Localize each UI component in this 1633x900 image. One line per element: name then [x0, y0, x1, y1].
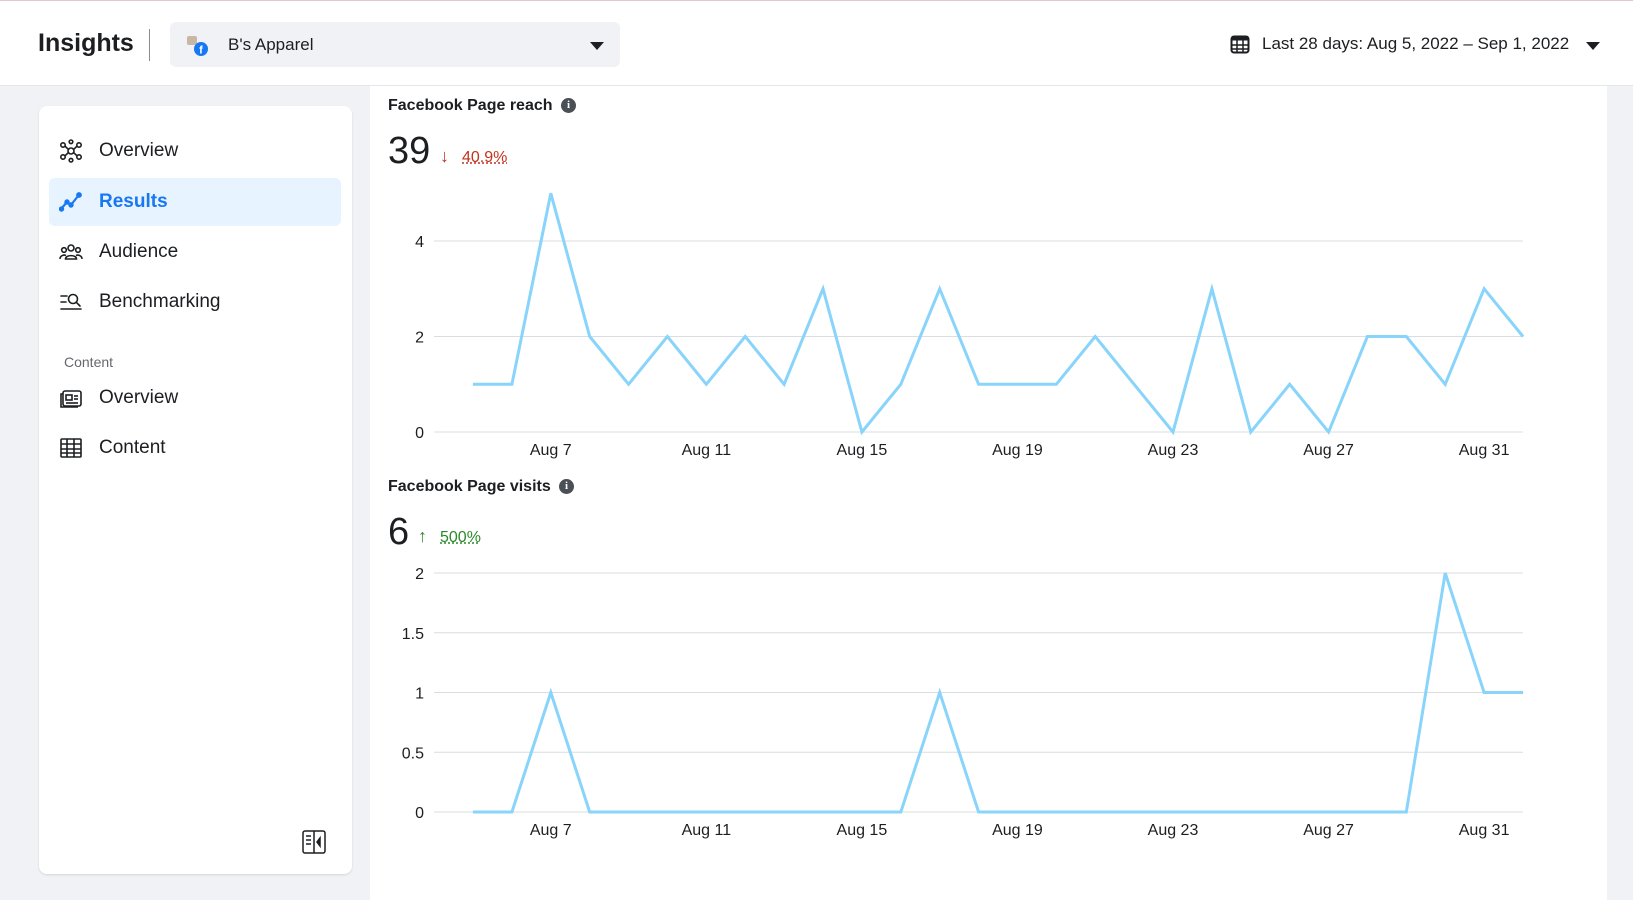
visits-data-point: [783, 811, 785, 813]
visits-x-tick-label: Aug 15: [837, 822, 888, 839]
visits-data-point: [1016, 811, 1018, 813]
visits-y-tick-label: 0: [415, 805, 424, 822]
visits-data-point: [472, 811, 474, 813]
collapse-sidebar-icon[interactable]: [301, 829, 327, 855]
visits-data-point: [1094, 811, 1096, 813]
visits-data-point: [744, 811, 746, 813]
content-overview-icon: [60, 390, 82, 408]
visits-data-point: [1289, 811, 1291, 813]
calendar-icon: [1230, 35, 1250, 54]
sidebar-item-label: Content: [99, 437, 166, 458]
people-icon: [59, 244, 83, 260]
sidebar-section-label: Content: [64, 354, 114, 370]
visits-x-tick-label: Aug 23: [1148, 822, 1199, 839]
visits-data-point: [939, 692, 941, 693]
visits-data-point: [822, 811, 824, 813]
sidebar-item-results[interactable]: Results: [49, 178, 341, 226]
sidebar-item-overview[interactable]: Overview: [49, 127, 341, 175]
chevron-down-icon: [590, 42, 604, 50]
visits-x-tick-label: Aug 27: [1303, 822, 1354, 839]
visits-data-point: [978, 811, 980, 813]
visits-data-point: [1405, 811, 1407, 813]
top-bar: Insights f B's Apparel Last 28 days: Aug…: [0, 0, 1633, 86]
sidebar-item-label: Benchmarking: [99, 291, 221, 312]
main-content: Facebook Page reach i 39 ↓ 40.9% Faceboo…: [370, 86, 1607, 900]
visits-data-point: [705, 811, 707, 813]
visits-data-point: [1483, 692, 1485, 693]
date-range-selector[interactable]: Last 28 days: Aug 5, 2022 – Sep 1, 2022: [1230, 31, 1610, 61]
sidebar-item-content[interactable]: Content: [49, 424, 341, 472]
visits-x-tick-label: Aug 31: [1459, 822, 1510, 839]
sidebar: Overview Results Audience Benchmarking C…: [39, 106, 352, 874]
benchmark-icon: [60, 293, 82, 310]
page-selector-label: B's Apparel: [228, 35, 314, 54]
chevron-down-icon: [1586, 42, 1600, 50]
visits-data-point: [550, 692, 552, 693]
visits-x-tick-label: Aug 19: [992, 822, 1043, 839]
sidebar-item-label: Audience: [99, 241, 179, 262]
sidebar-item-audience[interactable]: Audience: [49, 228, 341, 276]
visits-data-point: [666, 811, 668, 813]
visits-x-tick-label: Aug 7: [530, 822, 572, 839]
page-selector[interactable]: f B's Apparel: [170, 22, 620, 67]
page-avatar-icon: f: [187, 36, 208, 57]
sidebar-item-benchmarking[interactable]: Benchmarking: [49, 278, 341, 326]
visits-data-point: [628, 811, 630, 813]
sidebar-item-label: Overview: [99, 387, 179, 408]
visits-data-point: [1444, 572, 1446, 574]
header-divider: [149, 29, 150, 61]
visits-y-tick-label: 1: [415, 686, 424, 703]
visits-data-point: [861, 811, 863, 813]
table-icon: [60, 438, 82, 458]
sidebar-item-label: Overview: [99, 140, 179, 161]
svg-text:f: f: [199, 45, 203, 57]
visits-data-point: [1133, 811, 1135, 813]
visits-data-point: [1211, 811, 1213, 813]
page-title: Insights: [38, 29, 134, 57]
visits-line-chart: 0 0.5 1 1.5 2 Aug 7 Aug 11 Aug 15 Aug 19 Aug 23 Au…: [402, 566, 1524, 839]
visits-data-point: [511, 811, 513, 813]
visits-data-point: [589, 811, 591, 813]
visits-data-point: [1522, 692, 1524, 693]
sidebar-item-content-overview[interactable]: Overview: [49, 374, 341, 422]
trend-icon: [59, 192, 82, 212]
visits-data-point: [1055, 811, 1057, 813]
visits-data-point: [1366, 811, 1368, 813]
visits-data-point: [1328, 811, 1330, 813]
visits-x-tick-label: Aug 11: [682, 822, 732, 839]
visits-data-point: [1250, 811, 1252, 813]
visits-y-tick-label: 2: [415, 566, 424, 583]
visits-data-point: [900, 811, 902, 813]
network-icon: [59, 139, 82, 163]
sidebar-item-label: Results: [99, 191, 168, 212]
visits-data-point: [1172, 811, 1174, 813]
visits-y-tick-label: 0.5: [402, 745, 424, 762]
date-range-label: Last 28 days: Aug 5, 2022 – Sep 1, 2022: [1262, 34, 1570, 53]
visits-y-tick-label: 1.5: [402, 626, 424, 643]
